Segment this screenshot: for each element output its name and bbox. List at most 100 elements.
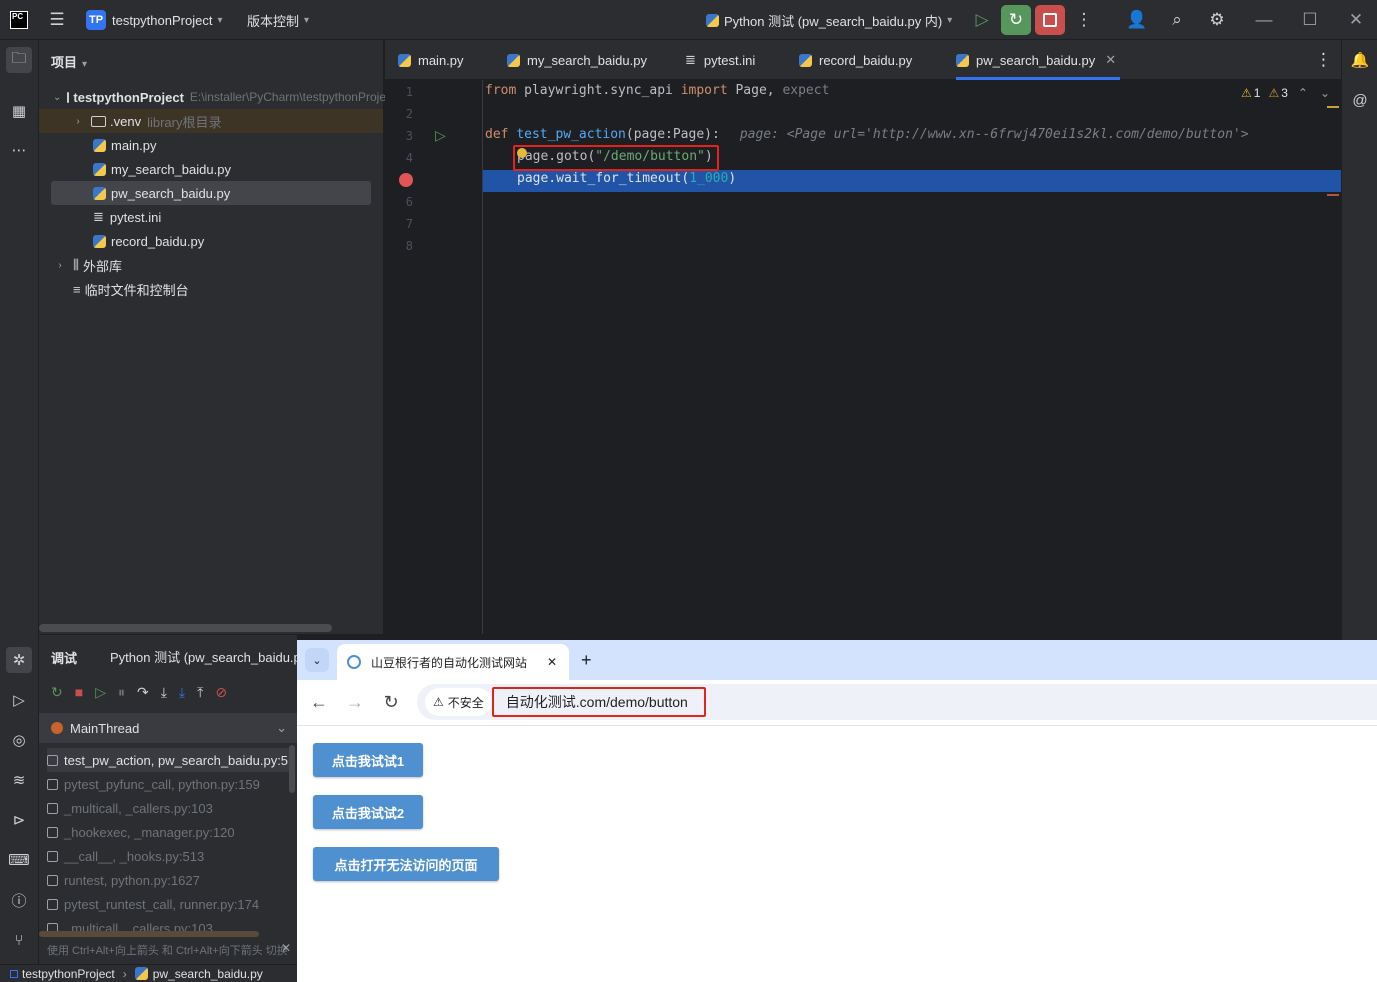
project-folder-icon[interactable]: 🗀: [6, 47, 32, 73]
web-button-3[interactable]: 点击打开无法访问的页面: [313, 847, 499, 881]
step-into-my-code-icon[interactable]: ⤓: [179, 684, 185, 701]
chevron-down-icon: ⌄: [276, 720, 287, 735]
code-editor[interactable]: 1 2 3 4 5 6 7 8 ▷ from playwright.sync_a…: [385, 80, 1341, 634]
pycharm-logo[interactable]: PC: [10, 0, 28, 40]
url-text[interactable]: 自动化测试.com/demo/button: [506, 692, 688, 712]
breadcrumb-project[interactable]: testpythonProject: [22, 967, 115, 981]
stack-frame[interactable]: runtest, python.py:1627: [47, 868, 289, 892]
terminal-icon[interactable]: ⌨: [6, 847, 32, 873]
chevron-right-icon: ›: [76, 115, 80, 127]
chevron-up-icon[interactable]: ⌃: [1298, 86, 1308, 100]
run-icon[interactable]: ▷: [6, 687, 32, 713]
stack-frame[interactable]: pytest_pyfunc_call, python.py:159: [47, 772, 289, 796]
new-tab-plus-icon[interactable]: +: [581, 650, 592, 671]
breakpoint-icon[interactable]: [399, 173, 413, 187]
chevron-down-icon[interactable]: ⌄: [1320, 86, 1330, 100]
close-tab-icon[interactable]: ✕: [1105, 52, 1116, 68]
settings-gear-icon[interactable]: ⚙: [1206, 0, 1228, 40]
python-file-icon: [507, 53, 520, 67]
tree-item-external-libs[interactable]: › ⫼ 外部库: [39, 253, 383, 277]
stack-frame[interactable]: pytest_runtest_call, runner.py:174: [47, 892, 289, 916]
tree-item-venv[interactable]: › .venv library根目录: [39, 109, 383, 133]
structure-icon[interactable]: ▦: [6, 98, 32, 124]
maximize-icon[interactable]: ☐: [1302, 0, 1318, 40]
run-config-selector[interactable]: Python 测试 (pw_search_baidu.py 内) ▾: [706, 0, 952, 40]
debug-session-tab[interactable]: Python 测试 (pw_search_baidu.py 内): [105, 643, 297, 669]
tree-item-file[interactable]: my_search_baidu.py: [39, 157, 383, 181]
stack-frame[interactable]: _hookexec, _manager.py:120: [47, 820, 289, 844]
debug-tab[interactable]: 调试: [51, 648, 77, 667]
minimize-icon[interactable]: —: [1256, 0, 1273, 40]
web-button-2[interactable]: 点击我试试2: [313, 795, 423, 829]
rerun-icon[interactable]: ↻: [51, 684, 63, 701]
thread-selector[interactable]: MainThread ⌄: [39, 713, 297, 743]
main-menu-icon[interactable]: ☰: [46, 0, 68, 40]
debug-bug-icon[interactable]: ✲: [6, 647, 32, 673]
breadcrumb-file[interactable]: pw_search_baidu.py: [153, 967, 263, 981]
inspections-widget[interactable]: ⚠ 1 ⚠ 3 ⌃ ⌄: [1241, 86, 1330, 100]
browser-tab-active[interactable]: 山豆根行者的自动化测试网站 ✕: [337, 644, 569, 680]
close-tip-icon[interactable]: ✕: [281, 941, 291, 955]
pause-icon[interactable]: ⏸: [118, 684, 125, 701]
lightbulb-icon[interactable]: [517, 148, 527, 158]
git-branch-icon[interactable]: ⑂: [6, 927, 32, 953]
problems-icon[interactable]: ⓘ: [6, 887, 32, 913]
ai-assistant-icon[interactable]: @: [1347, 87, 1373, 113]
stop-button[interactable]: [1035, 5, 1065, 35]
forward-arrow-icon[interactable]: →: [341, 688, 369, 716]
notifications-bell-icon[interactable]: 🔔: [1347, 47, 1373, 73]
more-vertical-icon[interactable]: ⋮: [1076, 0, 1093, 40]
run-gutter-icon[interactable]: ▷: [435, 127, 446, 144]
tab-my-search-baidu[interactable]: my_search_baidu.py: [507, 40, 647, 80]
frames-scrollbar[interactable]: [39, 931, 259, 937]
step-out-icon[interactable]: ⤒: [197, 684, 203, 701]
tree-item-file[interactable]: record_baidu.py: [39, 229, 383, 253]
step-over-icon[interactable]: ↷: [137, 684, 149, 701]
stack-frame-selected[interactable]: test_pw_action, pw_search_baidu.py:5: [47, 748, 289, 772]
rerun-debug-button[interactable]: ↻: [1001, 5, 1031, 35]
horizontal-scrollbar[interactable]: [39, 624, 332, 632]
web-button-1[interactable]: 点击我试试1: [313, 743, 423, 777]
tree-item-file-selected[interactable]: pw_search_baidu.py: [51, 181, 371, 205]
debug-toolbar: ↻ ■ ▷ ⏸ ↷ ⤓ ⤓ ⤒ ⊘: [39, 679, 297, 705]
tab-search-chevron-icon[interactable]: ⌄: [305, 648, 329, 672]
tree-root[interactable]: ⌄ testpythonProject E:\installer\PyCharm…: [39, 85, 395, 109]
search-icon[interactable]: ⌕: [1166, 0, 1188, 40]
tree-item-file[interactable]: main.py: [39, 133, 383, 157]
step-into-icon[interactable]: ⤓: [161, 684, 167, 701]
python-file-icon: [398, 53, 411, 67]
services-icon[interactable]: ⊳: [6, 807, 32, 833]
add-user-icon[interactable]: 👤: [1126, 0, 1148, 40]
back-arrow-icon[interactable]: ←: [305, 688, 333, 716]
chevron-down-icon: ▾: [82, 59, 88, 70]
security-chip[interactable]: ⚠ 不安全: [425, 688, 492, 716]
run-config-label: Python 测试 (pw_search_baidu.py 内): [724, 13, 943, 29]
tree-item-file[interactable]: ≣ pytest.ini: [39, 205, 383, 229]
resume-icon[interactable]: ▷: [970, 0, 994, 40]
project-switcher[interactable]: TP testpythonProject ▾: [86, 0, 222, 40]
tab-pytest-ini[interactable]: ≣ pytest.ini: [685, 40, 755, 80]
close-tab-icon[interactable]: ✕: [547, 655, 557, 669]
tab-pw-search-baidu[interactable]: pw_search_baidu.py ✕: [956, 40, 1120, 80]
tab-record-baidu[interactable]: record_baidu.py: [799, 40, 912, 80]
stop-icon[interactable]: ■: [75, 684, 83, 700]
layers-icon[interactable]: ≋: [6, 767, 32, 793]
frames-vertical-scrollbar[interactable]: [289, 745, 295, 793]
resume-icon[interactable]: ▷: [95, 684, 106, 701]
vcs-menu[interactable]: 版本控制 ▾: [247, 0, 309, 40]
close-window-icon[interactable]: ✕: [1348, 0, 1364, 40]
project-panel-title[interactable]: 项目 ▾: [51, 52, 87, 71]
mute-breakpoints-icon[interactable]: ⊘: [215, 684, 227, 701]
breadcrumb-separator-icon: ›: [122, 966, 127, 981]
reload-icon[interactable]: ↻: [377, 688, 405, 716]
stack-frame[interactable]: _multicall, _callers.py:103: [47, 796, 289, 820]
more-horizontal-icon[interactable]: ⋯: [6, 137, 32, 163]
line-number: 6: [405, 195, 413, 209]
tab-main-py[interactable]: main.py: [398, 40, 464, 80]
tree-item-scratches[interactable]: ≡ 临时文件和控制台: [39, 277, 383, 301]
address-bar[interactable]: ⚠ 不安全 自动化测试.com/demo/button: [417, 684, 1377, 720]
stack-frame[interactable]: __call__, _hooks.py:513: [47, 844, 289, 868]
tabs-more-icon[interactable]: ⋮: [1315, 40, 1332, 80]
browser-window: ⌄ 山豆根行者的自动化测试网站 ✕ + ← → ↻ ⚠ 不安全 自动化测试.com…: [297, 640, 1377, 982]
python-console-icon[interactable]: ◎: [6, 727, 32, 753]
